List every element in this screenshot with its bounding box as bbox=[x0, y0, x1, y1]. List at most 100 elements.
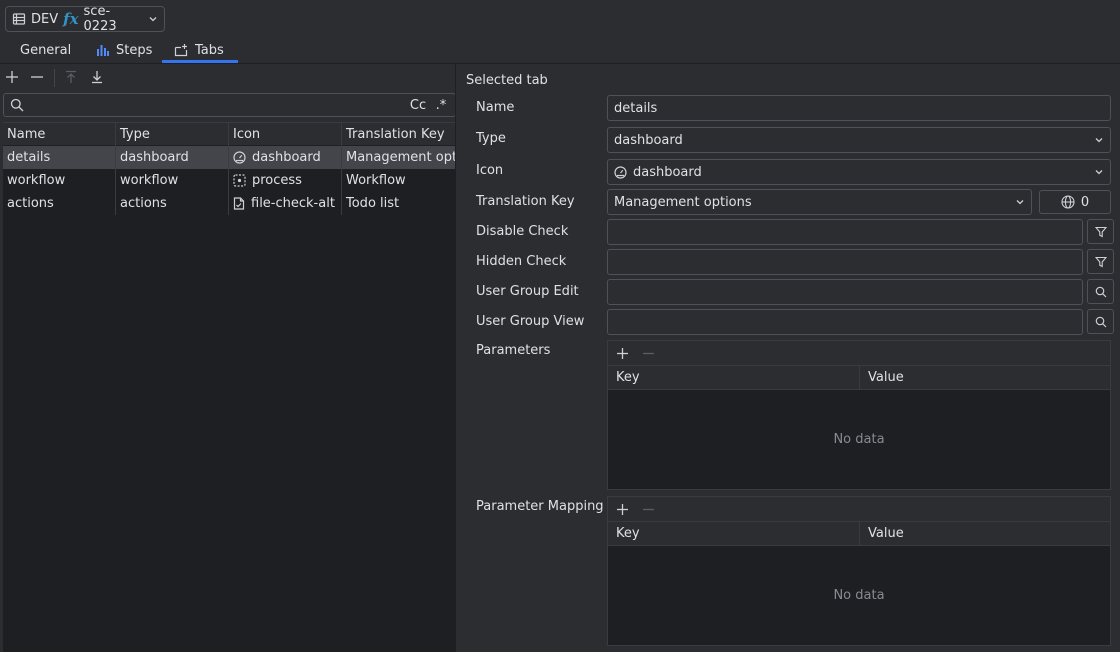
translations-count: 0 bbox=[1080, 194, 1090, 210]
filter-icon bbox=[1094, 226, 1107, 238]
column-separator bbox=[341, 123, 342, 215]
tab-label: Tabs bbox=[195, 42, 224, 58]
match-case-toggle[interactable]: Cc bbox=[406, 95, 430, 115]
search-icon bbox=[10, 98, 24, 112]
add-parameter-button[interactable] bbox=[612, 343, 632, 363]
column-header-key[interactable]: Key bbox=[608, 522, 859, 545]
plus-icon bbox=[5, 70, 19, 84]
cell-icon: process bbox=[229, 169, 342, 191]
regex-toggle[interactable]: .* bbox=[430, 95, 452, 115]
column-header-icon[interactable]: Icon bbox=[229, 123, 342, 145]
column-separator bbox=[228, 123, 229, 215]
type-dropdown[interactable]: dashboard bbox=[607, 127, 1111, 153]
tab-list-table: Name Type Icon Translation Key details d… bbox=[3, 122, 456, 652]
empty-text: No data bbox=[833, 432, 885, 447]
column-header-type[interactable]: Type bbox=[116, 123, 229, 145]
plus-icon bbox=[616, 503, 629, 516]
cell-icon-label: process bbox=[252, 172, 302, 188]
dashboard-icon bbox=[233, 150, 246, 164]
disable-check-label: Disable Check bbox=[476, 223, 569, 239]
tab-general[interactable]: General bbox=[8, 38, 83, 62]
minus-icon bbox=[30, 70, 44, 84]
user-group-edit-search-button[interactable] bbox=[1087, 279, 1114, 304]
column-header-label: Icon bbox=[233, 126, 261, 142]
hidden-check-label: Hidden Check bbox=[476, 253, 567, 269]
minus-icon bbox=[642, 347, 655, 360]
scenario-name: sce-0223 bbox=[83, 4, 117, 34]
type-value: dashboard bbox=[614, 132, 683, 148]
parameter-mapping-table: Key Value No data bbox=[607, 496, 1111, 646]
parameter-mapping-label: Parameter Mapping bbox=[476, 498, 604, 514]
disable-check-field[interactable] bbox=[607, 219, 1083, 245]
user-group-edit-label: User Group Edit bbox=[476, 283, 579, 299]
table-row[interactable]: actions actions file-check-alt Todo list bbox=[3, 192, 456, 215]
section-title: Selected tab bbox=[466, 72, 548, 88]
hidden-check-filter-button[interactable] bbox=[1087, 249, 1114, 274]
cell-name: workflow bbox=[7, 172, 66, 188]
column-header-value[interactable]: Value bbox=[860, 366, 1110, 389]
user-group-edit-field[interactable] bbox=[607, 279, 1083, 305]
column-header-name[interactable]: Name bbox=[3, 123, 116, 145]
cell-icon-label: dashboard bbox=[252, 149, 321, 165]
parameters-empty-state: No data bbox=[608, 390, 1110, 489]
dashboard-icon bbox=[614, 165, 627, 179]
user-group-view-search-button[interactable] bbox=[1087, 309, 1114, 334]
user-group-view-label: User Group View bbox=[476, 313, 585, 329]
type-label: Type bbox=[476, 130, 506, 146]
env-label: DEV bbox=[31, 11, 59, 27]
move-down-button[interactable] bbox=[87, 67, 107, 87]
fx-icon: fx bbox=[63, 10, 79, 28]
tab-steps[interactable]: Steps bbox=[84, 38, 164, 62]
icon-label: Icon bbox=[476, 162, 504, 178]
cell-icon-label: file-check-alt bbox=[251, 195, 335, 211]
chevron-down-icon bbox=[1094, 167, 1104, 177]
parameter-mapping-header: Key Value bbox=[608, 521, 1110, 546]
translation-key-dropdown[interactable]: Management options bbox=[607, 189, 1032, 215]
icon-dropdown[interactable]: dashboard bbox=[607, 159, 1111, 185]
remove-button[interactable] bbox=[27, 67, 47, 87]
table-row[interactable]: workflow workflow process Workflow bbox=[3, 169, 456, 192]
column-header-value[interactable]: Value bbox=[860, 522, 1110, 545]
name-field[interactable] bbox=[607, 95, 1111, 121]
disable-check-filter-button[interactable] bbox=[1087, 219, 1114, 244]
globe-icon bbox=[1061, 195, 1075, 209]
panel-splitter[interactable] bbox=[455, 64, 456, 652]
remove-parameter-button[interactable] bbox=[638, 343, 658, 363]
tab-label: Steps bbox=[116, 42, 153, 58]
column-header-key[interactable]: Key bbox=[608, 366, 859, 389]
column-header-label: Translation Key bbox=[346, 126, 445, 142]
cell-icon: file-check-alt bbox=[229, 192, 342, 214]
tab-label: General bbox=[20, 42, 72, 58]
file-check-icon bbox=[233, 196, 245, 210]
cell-translation-key: Todo list bbox=[346, 195, 400, 211]
parameter-mapping-toolbar bbox=[608, 497, 1110, 521]
translations-button[interactable]: 0 bbox=[1039, 190, 1111, 214]
add-mapping-button[interactable] bbox=[612, 499, 632, 519]
parameter-mapping-empty-state: No data bbox=[608, 546, 1110, 645]
cell-icon: dashboard bbox=[229, 146, 342, 168]
cell-type: actions bbox=[120, 195, 167, 211]
remove-mapping-button[interactable] bbox=[638, 499, 658, 519]
column-header-translation-key[interactable]: Translation Key bbox=[342, 123, 456, 145]
search-input[interactable] bbox=[30, 96, 390, 114]
process-icon bbox=[233, 173, 246, 187]
parameters-header: Key Value bbox=[608, 365, 1110, 390]
arrow-up-icon bbox=[64, 70, 78, 84]
cell-type: workflow bbox=[120, 172, 179, 188]
table-row[interactable]: details dashboard dashboard Management o… bbox=[3, 146, 456, 169]
add-button[interactable] bbox=[2, 67, 22, 87]
icon-value: dashboard bbox=[633, 164, 702, 180]
divider bbox=[0, 63, 1120, 64]
hidden-check-field[interactable] bbox=[607, 249, 1083, 275]
user-group-view-field[interactable] bbox=[607, 309, 1083, 335]
cell-name: details bbox=[7, 149, 51, 165]
name-label: Name bbox=[476, 99, 515, 115]
chevron-down-icon bbox=[1015, 197, 1025, 207]
move-up-button[interactable] bbox=[61, 67, 81, 87]
parameters-label: Parameters bbox=[476, 342, 551, 358]
tab-tabs[interactable]: Tabs bbox=[162, 38, 238, 62]
cell-translation-key: Management opt bbox=[346, 149, 456, 165]
scenario-selector[interactable]: DEV fx sce-0223 bbox=[5, 4, 165, 34]
parameters-toolbar bbox=[608, 341, 1110, 365]
bar-chart-icon bbox=[96, 43, 110, 57]
